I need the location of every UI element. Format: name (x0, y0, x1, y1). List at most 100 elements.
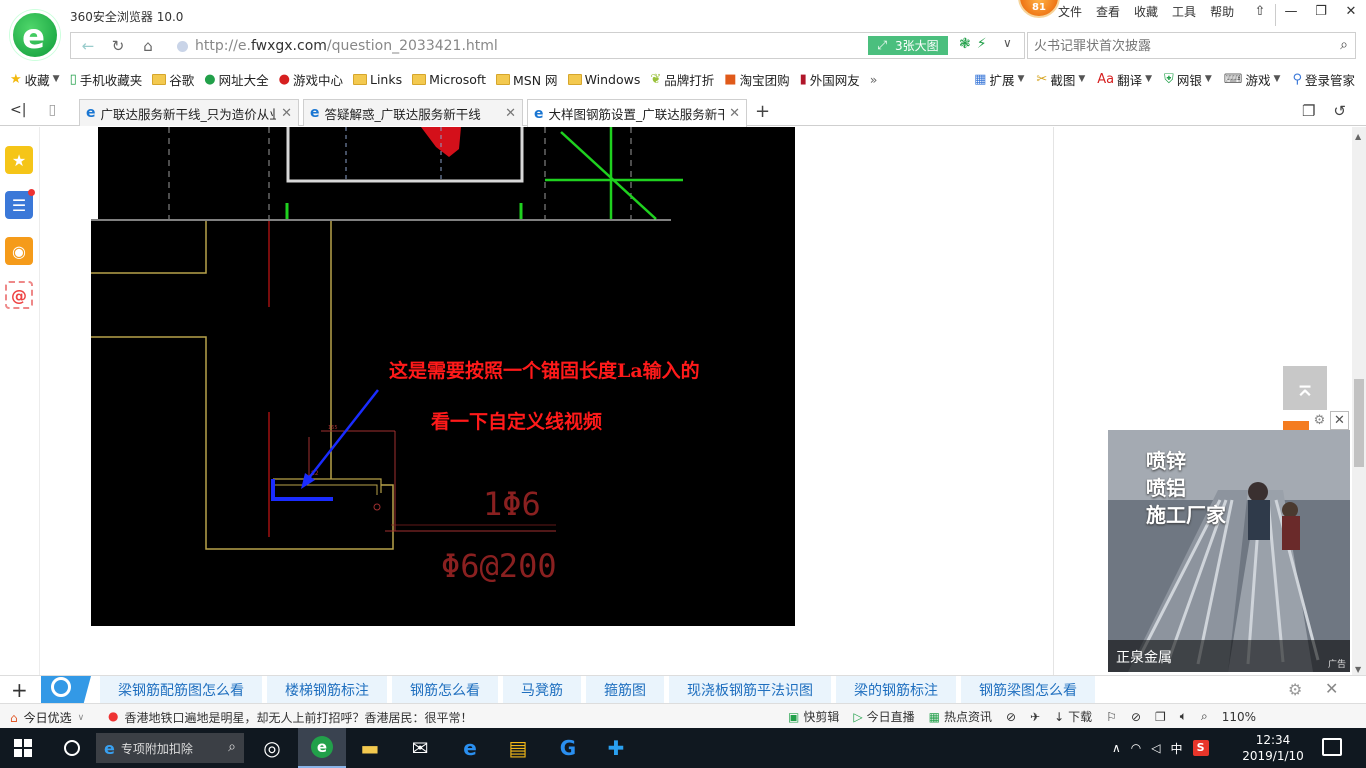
keyword-link[interactable]: 钢筋梁图怎么看 (961, 676, 1095, 704)
action-center-icon[interactable] (1322, 738, 1342, 756)
favorites-star-icon[interactable]: ★ (5, 146, 33, 174)
ebank-button[interactable]: ⛨ 网银 ▼ (1161, 70, 1215, 89)
url-field[interactable]: http://e.fwxgx.com/question_2033421.html (195, 38, 498, 54)
speed-icon[interactable]: ❃ (959, 36, 971, 52)
close-button[interactable]: ✕ (1336, 0, 1366, 22)
bookmark-taobao[interactable]: ■ 淘宝团购 (719, 70, 794, 89)
big-image-button[interactable]: ⤢ 3张大图 (868, 36, 948, 55)
scroll-thumb[interactable] (1354, 379, 1364, 467)
screenshot-button[interactable]: ✂ 截图 ▼ (1033, 70, 1088, 89)
bookmark-brand-sale[interactable]: ❦ 品牌打折 (645, 70, 719, 89)
bookmark-links[interactable]: Links (348, 72, 407, 87)
mail-icon[interactable]: ✉ (396, 728, 444, 768)
bookmark-microsoft[interactable]: Microsoft (407, 72, 491, 87)
scroll-up-icon[interactable]: ▲ (1355, 132, 1361, 141)
lightning-icon[interactable]: ⚡ (977, 36, 987, 52)
close-icon[interactable]: ✕ (281, 106, 292, 121)
bookmark-foreign[interactable]: ▮ 外国网友 (795, 70, 865, 89)
glodon-icon[interactable]: G (544, 728, 592, 768)
search-icon[interactable]: ⌕ (1340, 37, 1348, 53)
task-view-icon[interactable]: ◎ (248, 728, 296, 768)
menu-view[interactable]: 查看 (1096, 3, 1120, 20)
weibo-icon[interactable]: ◉ (5, 237, 33, 265)
browser-360-taskbar-icon[interactable]: e (298, 728, 346, 768)
360-search-icon[interactable] (41, 676, 91, 704)
chevron-down-icon[interactable]: ∨ (1003, 36, 1012, 50)
skin-icon[interactable]: ⇧ (1245, 0, 1275, 22)
live-button[interactable]: ▷ 今日直播 (853, 708, 914, 725)
close-icon[interactable]: ✕ (505, 106, 516, 121)
clock[interactable]: 12:34 2019/1/10 (1238, 732, 1308, 764)
hot-news-button[interactable]: ▦ 热点资讯 (929, 708, 992, 725)
vertical-scrollbar[interactable]: ▲ ▼ (1352, 127, 1366, 675)
advertisement[interactable]: 喷锌 喷铝 施工厂家 正泉金属 广告 (1108, 430, 1350, 672)
add-icon[interactable]: + (11, 678, 28, 702)
quick-edit-button[interactable]: ▣ 快剪辑 (788, 708, 839, 725)
bookmarks-more-button[interactable]: » (865, 72, 883, 87)
tab-list-icon[interactable]: ❐ (1302, 102, 1315, 120)
tab-guanglianda-home[interactable]: e 广联达服务新干线_只为造价从业 ✕ (79, 99, 299, 126)
maximize-button[interactable]: ❐ (1306, 0, 1336, 22)
scroll-down-icon[interactable]: ▼ (1355, 665, 1361, 674)
keyword-link[interactable]: 马凳筋 (503, 676, 581, 704)
zoom-level[interactable]: 110% (1222, 710, 1256, 724)
app-plus-icon[interactable]: ✚ (592, 728, 640, 768)
bookmark-mobile[interactable]: ▯ 手机收藏夹 (65, 70, 148, 89)
tab-qa[interactable]: e 答疑解惑_广联达服务新干线 ✕ (303, 99, 523, 126)
flag-icon[interactable]: ⚐ (1106, 710, 1117, 724)
bookmark-games[interactable]: ● 游戏中心 (274, 70, 348, 89)
games-button[interactable]: ⌨ 游戏 ▼ (1221, 70, 1284, 89)
edge-icon[interactable]: e (446, 728, 494, 768)
menu-file[interactable]: 文件 (1058, 3, 1082, 20)
notes-icon[interactable]: ▤ (494, 728, 542, 768)
sidebar-toggle-icon[interactable]: <| (10, 102, 26, 118)
bookmark-windows[interactable]: Windows (563, 72, 646, 87)
back-icon[interactable]: ← (73, 33, 103, 58)
keyword-link[interactable]: 钢筋怎么看 (392, 676, 498, 704)
notification-badge[interactable]: 81 (1018, 0, 1060, 18)
bookmark-hao360[interactable]: ● 网址大全 (199, 70, 273, 89)
window-icon[interactable]: ❐ (1155, 710, 1166, 724)
bookmark-msn[interactable]: MSN 网 (491, 70, 563, 89)
close-icon[interactable]: ✕ (1325, 679, 1338, 698)
new-tab-button[interactable]: + (755, 101, 770, 122)
menu-tools[interactable]: 工具 (1172, 3, 1196, 20)
bookmark-google[interactable]: 谷歌 (147, 70, 199, 89)
gear-icon[interactable]: ⚙ (1288, 680, 1302, 699)
zoom-icon[interactable]: ⌕ (1201, 709, 1208, 724)
windows-start-icon[interactable] (14, 739, 32, 757)
volume-icon[interactable]: ◁ (1151, 741, 1160, 755)
gear-icon[interactable]: ⚙ (1310, 411, 1329, 430)
keyword-link[interactable]: 现浇板钢筋平法识图 (669, 676, 831, 704)
ime-indicator[interactable]: 中 (1171, 740, 1183, 757)
back-to-top-button[interactable]: ⌅ (1283, 366, 1327, 410)
home-icon[interactable]: ⌂ (133, 33, 163, 58)
translate-button[interactable]: Aa 翻译 ▼ (1094, 70, 1155, 89)
bookmark-favorites[interactable]: ★ 收藏 ▼ (0, 70, 65, 89)
keyword-link[interactable]: 箍筋图 (586, 676, 664, 704)
keyword-link[interactable]: 梁钢筋配筋图怎么看 (100, 676, 262, 704)
site-security-icon[interactable] (177, 41, 188, 52)
tab-rebar-detail[interactable]: e 大样图钢筋设置_广联达服务新干 ✕ (527, 99, 747, 127)
login-manager-button[interactable]: ⚲ 登录管家 (1289, 70, 1358, 89)
download-button[interactable]: ↓ 下载 (1054, 708, 1092, 725)
minimize-button[interactable]: — (1276, 0, 1306, 22)
menu-help[interactable]: 帮助 (1210, 3, 1234, 20)
taskbar-search[interactable]: e 专项附加扣除 ⌕ (96, 733, 244, 763)
phone-icon[interactable]: ▯ (48, 102, 56, 118)
news-ticker[interactable]: ● 香港地铁口遍地是明星，却无人上前打招呼？香港居民：很平常！ (108, 709, 473, 726)
reading-list-icon[interactable]: ☰ (5, 189, 35, 219)
close-icon[interactable]: ✕ (729, 106, 740, 121)
browser-icon[interactable]: ⊘ (1131, 710, 1141, 724)
keyword-link[interactable]: 楼梯钢筋标注 (267, 676, 387, 704)
file-explorer-icon[interactable]: ▬ (346, 728, 394, 768)
today-picks[interactable]: ⌂ 今日优选 ∨ (10, 709, 84, 726)
sogou-ime-icon[interactable]: S (1192, 740, 1209, 756)
mail-icon[interactable]: @ (5, 281, 33, 309)
pin-icon[interactable]: ✈ (1030, 710, 1040, 724)
ad-close-button[interactable]: ✕ (1330, 411, 1349, 430)
keyword-link[interactable]: 梁的钢筋标注 (836, 676, 956, 704)
network-icon[interactable]: ◠ (1131, 741, 1141, 755)
volume-icon[interactable]: 🔈︎ (1180, 709, 1187, 724)
tray-expand-icon[interactable]: ∧ (1112, 741, 1121, 755)
